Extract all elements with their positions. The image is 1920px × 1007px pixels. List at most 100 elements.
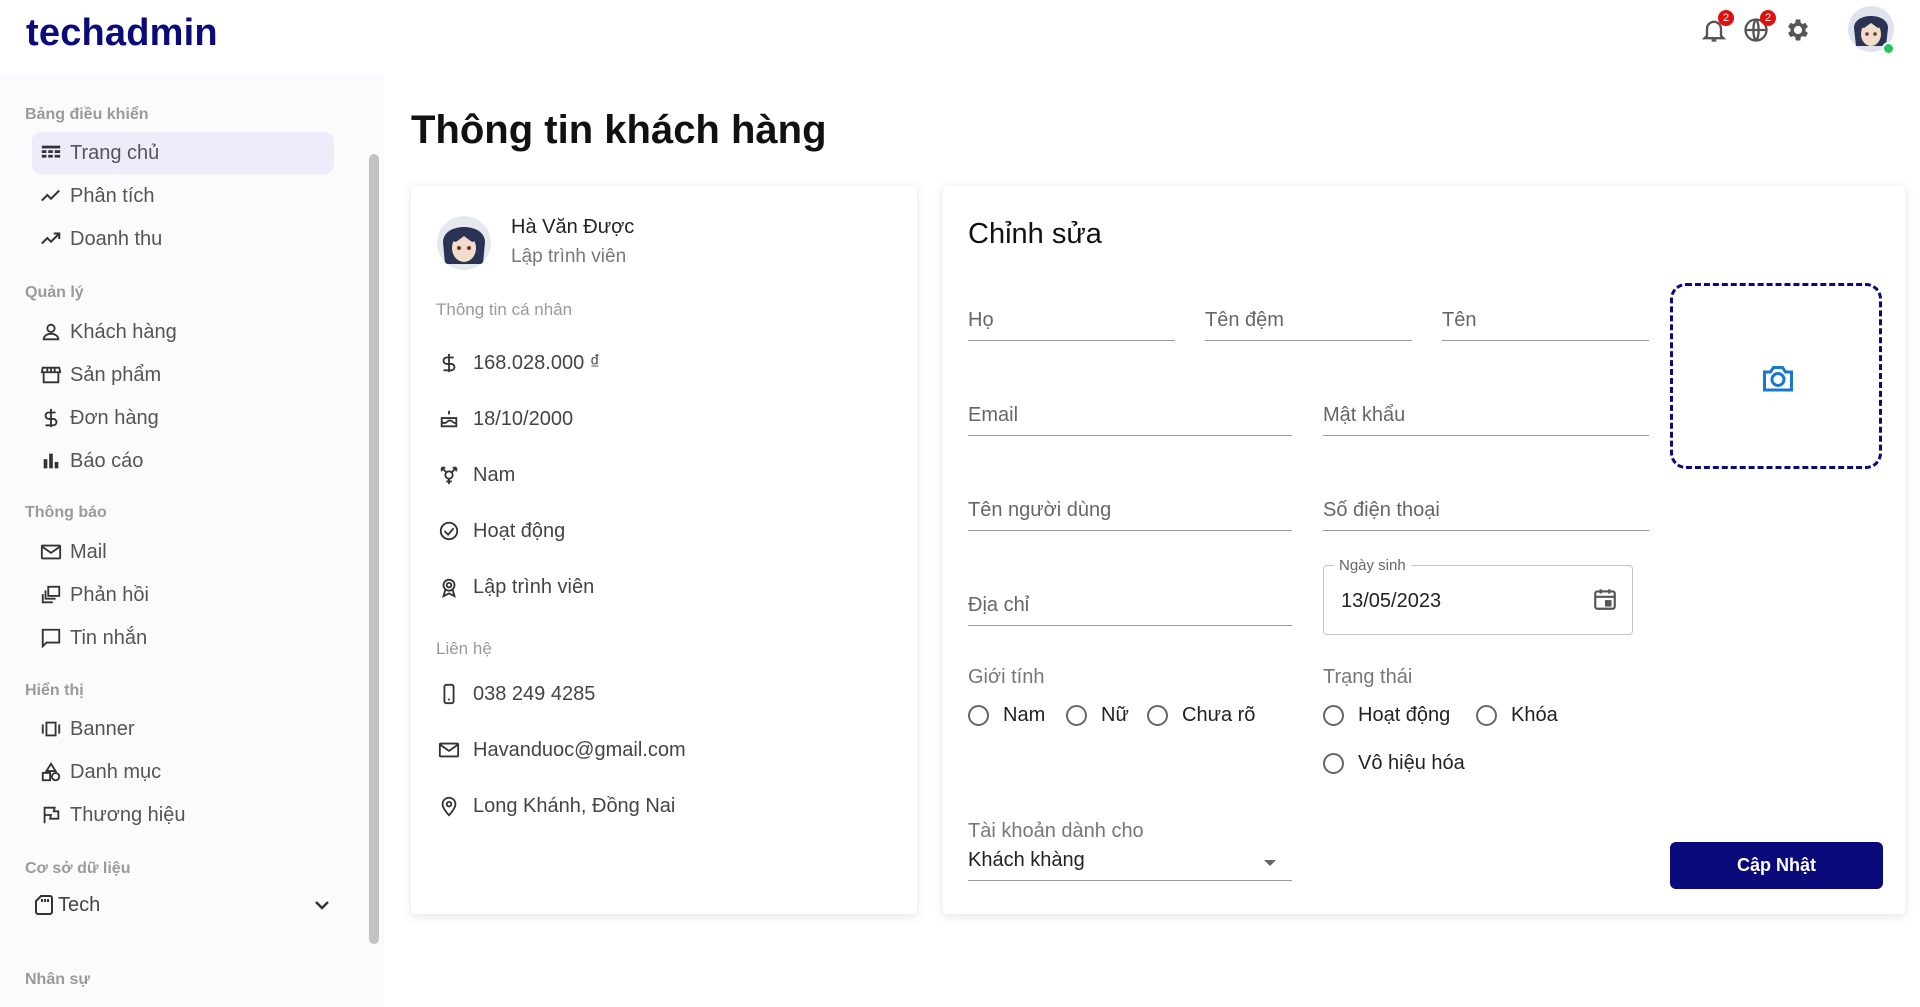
sidebar-section-dashboard: Bảng điều khiển bbox=[25, 106, 149, 123]
sidebar-item-orders[interactable]: Đơn hàng bbox=[32, 397, 334, 439]
sidebar-item-messages[interactable]: Tin nhắn bbox=[32, 617, 334, 659]
sidebar-item-label: Phản hồi bbox=[70, 583, 149, 606]
sidebar-item-database-tech[interactable]: Tech bbox=[32, 884, 334, 926]
radio-circle[interactable] bbox=[1476, 705, 1497, 726]
info-birthday: 18/10/2000 bbox=[437, 404, 573, 434]
sidebar-item-categories[interactable]: Danh mục bbox=[32, 751, 334, 793]
info-address: Long Khánh, Đồng Nai bbox=[437, 791, 675, 821]
sidebar-item-label: Tech bbox=[58, 893, 101, 916]
sidebar-item-label: Doanh thu bbox=[70, 227, 163, 250]
sidebar-scrollbar[interactable] bbox=[369, 154, 379, 944]
info-balance: 168.028.000 ₫ bbox=[437, 348, 600, 378]
password-field[interactable]: Mật khẩu bbox=[1323, 396, 1649, 436]
notifications-badge: 2 bbox=[1718, 10, 1734, 26]
dynamic-feed-icon bbox=[40, 584, 62, 606]
sidebar-item-reports[interactable]: Báo cáo bbox=[32, 440, 334, 482]
online-status-dot bbox=[1882, 42, 1895, 55]
radio-circle[interactable] bbox=[1066, 705, 1087, 726]
address-field[interactable]: Địa chỉ bbox=[968, 586, 1292, 626]
view-carousel-icon bbox=[40, 718, 62, 740]
birthday-value: 13/05/2023 bbox=[1341, 590, 1442, 612]
radio-circle[interactable] bbox=[1147, 705, 1168, 726]
customer-profile-card: Hà Văn Được Lập trình viên Thông tin cá … bbox=[411, 186, 917, 914]
gender-label: Giới tính bbox=[968, 666, 1045, 688]
sidebar-item-revenue[interactable]: Doanh thu bbox=[32, 218, 334, 260]
storefront-icon bbox=[40, 364, 62, 386]
info-gender-value: Nam bbox=[473, 463, 516, 486]
sidebar-section-notifications: Thông báo bbox=[25, 504, 107, 521]
last-name-field[interactable]: Họ bbox=[968, 301, 1175, 341]
contact-heading: Liên hệ bbox=[436, 639, 492, 658]
status-radio-disabled[interactable]: Vô hiệu hóa bbox=[1323, 752, 1465, 775]
camera-icon bbox=[1759, 360, 1797, 396]
sidebar-section-display: Hiển thị bbox=[25, 682, 84, 699]
sidebar-item-mail[interactable]: Mail bbox=[32, 531, 334, 573]
radio-circle[interactable] bbox=[1323, 705, 1344, 726]
email-field[interactable]: Email bbox=[968, 396, 1292, 436]
birthday-date-field[interactable]: Ngày sinh 13/05/2023 bbox=[1323, 557, 1633, 635]
sidebar-item-label: Thương hiệu bbox=[70, 803, 186, 826]
sidebar-item-label: Đơn hàng bbox=[70, 406, 159, 429]
sidebar-item-analytics[interactable]: Phân tích bbox=[32, 175, 334, 217]
radio-label: Vô hiệu hóa bbox=[1358, 752, 1465, 774]
username-field[interactable]: Tên người dùng bbox=[968, 491, 1292, 531]
middle-name-placeholder: Tên đệm bbox=[1205, 309, 1284, 331]
sidebar-item-home[interactable]: Trang chủ bbox=[32, 132, 334, 174]
username-placeholder: Tên người dùng bbox=[968, 499, 1112, 521]
dropdown-arrow-icon bbox=[1264, 860, 1276, 866]
sidebar-item-label: Trang chủ bbox=[70, 141, 160, 164]
info-birthday-value: 18/10/2000 bbox=[473, 407, 574, 430]
sidebar-item-label: Mail bbox=[70, 540, 107, 563]
dollar-icon bbox=[437, 351, 461, 375]
status-radio-active[interactable]: Hoạt động bbox=[1323, 704, 1450, 727]
photo-upload-dropzone[interactable] bbox=[1670, 283, 1882, 469]
info-gender: Nam bbox=[437, 460, 515, 490]
address-placeholder: Địa chỉ bbox=[968, 594, 1030, 616]
radio-label: Khóa bbox=[1511, 704, 1558, 726]
phone-placeholder: Số điện thoại bbox=[1323, 499, 1440, 521]
language-icon[interactable]: 2 bbox=[1742, 10, 1776, 46]
sidebar-section-management: Quản lý bbox=[25, 284, 84, 301]
radio-circle[interactable] bbox=[968, 705, 989, 726]
sidebar-item-products[interactable]: Sản phẩm bbox=[32, 354, 334, 396]
radio-label: Hoạt động bbox=[1358, 704, 1451, 726]
update-button[interactable]: Cập Nhật bbox=[1670, 842, 1883, 889]
chevron-down-icon[interactable] bbox=[310, 893, 334, 917]
gender-radio-unknown[interactable]: Chưa rõ bbox=[1147, 704, 1255, 727]
mail-icon bbox=[437, 738, 461, 762]
trending-line-icon bbox=[40, 185, 62, 207]
sidebar-item-banner[interactable]: Banner bbox=[32, 708, 334, 750]
category-icon bbox=[40, 761, 62, 783]
language-badge: 2 bbox=[1760, 10, 1776, 26]
app-logo[interactable]: techadmin bbox=[26, 12, 218, 55]
sidebar-item-brands[interactable]: Thương hiệu bbox=[32, 794, 334, 836]
gender-radio-male[interactable]: Nam bbox=[968, 704, 1045, 727]
mail-icon bbox=[40, 541, 62, 563]
account-for-select[interactable]: Khách khàng bbox=[968, 841, 1292, 881]
sidebar-item-customers[interactable]: Khách hàng bbox=[32, 311, 334, 353]
gender-radio-female[interactable]: Nữ bbox=[1066, 704, 1129, 727]
info-job: Lập trình viên bbox=[437, 572, 594, 602]
edit-form-card: Chỉnh sửa Họ Tên đệm Tên Email Mật khẩu … bbox=[943, 186, 1905, 914]
first-name-placeholder: Tên bbox=[1442, 309, 1477, 331]
status-label: Trạng thái bbox=[1323, 666, 1413, 688]
info-status: Hoạt động bbox=[437, 516, 565, 546]
first-name-field[interactable]: Tên bbox=[1442, 301, 1649, 341]
settings-gear-icon[interactable] bbox=[1784, 16, 1814, 46]
check-circle-icon bbox=[437, 519, 461, 543]
account-for-value: Khách khàng bbox=[968, 849, 1085, 871]
info-balance-value: 168.028.000 ₫ bbox=[473, 351, 601, 374]
sidebar-item-feedback[interactable]: Phản hồi bbox=[32, 574, 334, 616]
radio-label: Chưa rõ bbox=[1182, 704, 1256, 726]
calendar-icon[interactable] bbox=[1592, 586, 1618, 612]
bar-chart-icon bbox=[40, 450, 62, 472]
sidebar: Bảng điều khiển Trang chủ Phân tích Doan… bbox=[0, 74, 384, 1007]
phone-field[interactable]: Số điện thoại bbox=[1323, 491, 1649, 531]
status-radio-locked[interactable]: Khóa bbox=[1476, 704, 1558, 727]
middle-name-field[interactable]: Tên đệm bbox=[1205, 301, 1412, 341]
personal-info-heading: Thông tin cá nhân bbox=[436, 300, 573, 319]
radio-circle[interactable] bbox=[1323, 753, 1344, 774]
sidebar-section-database: Cơ sở dữ liệu bbox=[25, 860, 131, 877]
radio-label: Nữ bbox=[1101, 704, 1129, 726]
notifications-icon[interactable]: 2 bbox=[1700, 10, 1734, 46]
